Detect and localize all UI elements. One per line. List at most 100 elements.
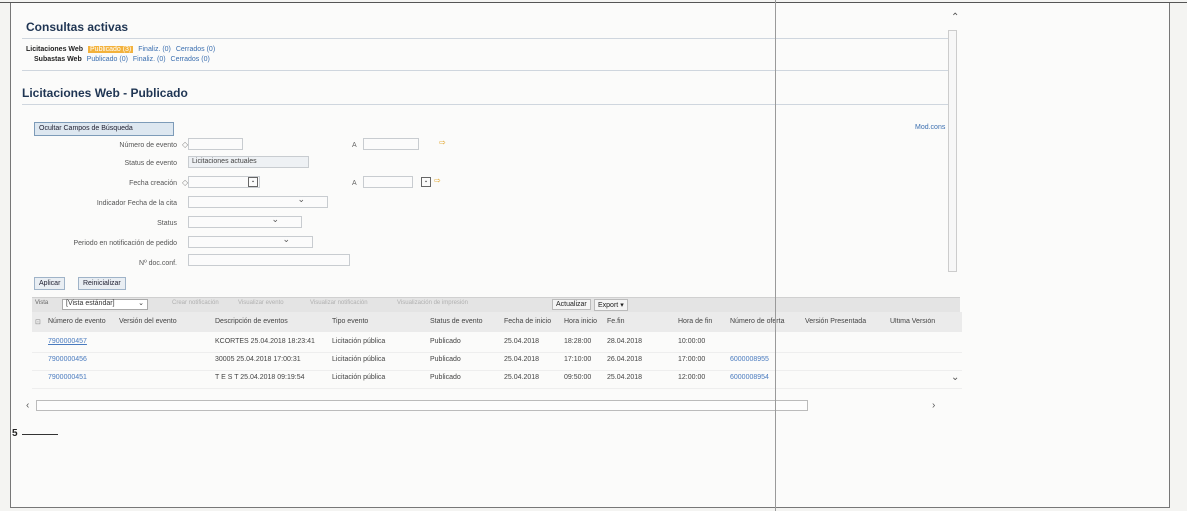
export-label: Export	[598, 302, 619, 309]
scroll-right-icon[interactable]: ›	[932, 400, 935, 411]
cell-descripcion: 30005 25.04.2018 17:00:31	[215, 356, 301, 363]
numero-evento-from-input[interactable]	[188, 138, 243, 150]
col-status-evento[interactable]: Status de evento	[430, 318, 483, 325]
cell-hora-inicio: 17:10:00	[564, 356, 592, 363]
cell-fe-fin: 26.04.2018	[607, 356, 643, 363]
col-fe-fin[interactable]: Fe.fin	[607, 318, 625, 325]
table-row[interactable]: 7900000456 30005 25.04.2018 17:00:31 Lic…	[32, 352, 962, 371]
cell-status: Publicado	[430, 338, 461, 345]
export-button[interactable]: Export ▾	[594, 299, 628, 311]
vista-select[interactable]: [Vista estándar] ⌄	[62, 299, 148, 310]
status-evento-field[interactable]: Licitaciones actuales	[188, 156, 309, 168]
consultas-title: Consultas activas	[26, 20, 129, 34]
col-version-evento[interactable]: Versión del evento	[119, 318, 177, 325]
cell-fecha-inicio: 25.04.2018	[504, 374, 540, 381]
cell-fecha-inicio: 25.04.2018	[504, 356, 540, 363]
cell-hora-fin: 12:00:00	[678, 374, 706, 381]
col-descripcion[interactable]: Descripción de eventos	[215, 318, 288, 325]
select-all-icon[interactable]: ⊡	[35, 318, 41, 326]
licitaciones-row: Licitaciones Web Publicado (3) Finaliz. …	[26, 46, 218, 53]
cell-fecha-inicio: 25.04.2018	[504, 338, 540, 345]
numero-evento-to-input[interactable]	[363, 138, 419, 150]
chevron-down-icon: ⌄	[138, 300, 144, 307]
print-preview-button[interactable]: Visualización de impresión	[397, 300, 468, 306]
divider	[22, 70, 957, 71]
cell-hora-inicio: 18:28:00	[564, 338, 592, 345]
create-notification-button[interactable]: Crear notificación	[172, 300, 219, 306]
periodo-dropdown[interactable]	[188, 234, 313, 248]
vista-value: [Vista estándar]	[66, 300, 115, 307]
subastas-label: Subastas Web	[34, 56, 82, 63]
col-numero-oferta[interactable]: Número de oferta	[730, 318, 784, 325]
col-ultima-version[interactable]: Última Versión	[890, 318, 960, 325]
table-row[interactable]: 7900000457 KCORTES 25.04.2018 18:23:41 L…	[32, 334, 962, 353]
offer-number-link[interactable]: 6000008954	[730, 374, 769, 381]
fold-line	[775, 0, 776, 511]
link-licitaciones-cerrados[interactable]: Cerrados (0)	[176, 46, 215, 53]
cell-status: Publicado	[430, 374, 461, 381]
view-event-button[interactable]: Visualizar evento	[238, 300, 284, 306]
scroll-up-icon[interactable]: ⌃	[951, 12, 959, 23]
page-number: 5	[12, 428, 18, 439]
table-header: ⊡ Número de evento Versión del evento De…	[32, 312, 962, 332]
refresh-button[interactable]: Actualizar	[552, 299, 591, 310]
label-periodo: Periodo en notificación de pedido	[73, 240, 177, 247]
calendar-icon[interactable]: ▪	[248, 177, 258, 187]
cell-fe-fin: 28.04.2018	[607, 338, 643, 345]
cell-descripcion: KCORTES 25.04.2018 18:23:41	[215, 338, 315, 345]
label-status: Status	[157, 220, 177, 227]
cell-fe-fin: 25.04.2018	[607, 374, 643, 381]
link-subastas-publicado[interactable]: Publicado (0)	[87, 56, 128, 63]
section-title: Licitaciones Web - Publicado	[22, 86, 188, 100]
multiple-selection-icon[interactable]: ⇨	[439, 138, 446, 147]
page-number-line	[22, 434, 58, 435]
doc-conf-input[interactable]	[188, 254, 350, 266]
indicador-fecha-dropdown[interactable]	[188, 194, 328, 208]
reset-button[interactable]: Reinicializar	[78, 277, 126, 290]
label-doc-conf: Nº doc.conf.	[139, 260, 177, 267]
cell-hora-fin: 10:00:00	[678, 338, 706, 345]
link-subastas-cerrados[interactable]: Cerrados (0)	[171, 56, 210, 63]
horizontal-scrollbar[interactable]	[36, 400, 808, 411]
cell-tipo: Licitación pública	[332, 374, 386, 381]
modify-query-link[interactable]: Mod.cons	[915, 124, 945, 131]
status-dropdown[interactable]	[188, 214, 302, 228]
multiple-selection-icon[interactable]: ⇨	[434, 176, 441, 185]
col-fecha-inicio[interactable]: Fecha de inicio	[504, 318, 551, 325]
sap-portal-window: Consultas activas Licitaciones Web Publi…	[22, 14, 962, 414]
vertical-scrollbar[interactable]	[948, 30, 957, 272]
col-hora-inicio[interactable]: Hora inicio	[564, 318, 597, 325]
table-row[interactable]: 7900000451 T E S T 25.04.2018 09:19:54 L…	[32, 370, 962, 389]
scroll-left-icon[interactable]: ‹	[26, 400, 29, 411]
link-licitaciones-finaliz[interactable]: Finaliz. (0)	[138, 46, 171, 53]
col-numero-evento[interactable]: Número de evento	[48, 318, 106, 325]
col-version-presentada[interactable]: Versión Presentada	[805, 318, 866, 325]
fecha-creacion-to-input[interactable]	[363, 176, 413, 188]
col-tipo-evento[interactable]: Tipo evento	[332, 318, 368, 325]
divider	[22, 38, 957, 39]
link-subastas-finaliz[interactable]: Finaliz. (0)	[133, 56, 166, 63]
to-label: A	[352, 180, 357, 187]
event-number-link[interactable]: 7900000451	[48, 374, 87, 381]
cell-status: Publicado	[430, 356, 461, 363]
cell-descripcion: T E S T 25.04.2018 09:19:54	[215, 374, 305, 381]
event-number-link[interactable]: 7900000456	[48, 356, 87, 363]
scroll-down-icon[interactable]: ⌄	[951, 372, 959, 383]
label-fecha-creacion: Fecha creación	[129, 180, 177, 187]
top-border-line	[0, 2, 1187, 3]
hide-search-fields-button[interactable]: Ocultar Campos de Búsqueda	[34, 122, 174, 136]
event-number-link[interactable]: 7900000457	[48, 338, 87, 345]
col-hora-fin[interactable]: Hora de fin	[678, 318, 712, 325]
link-licitaciones-publicado[interactable]: Publicado (3)	[88, 46, 134, 53]
offer-number-link[interactable]: 6000008955	[730, 356, 769, 363]
apply-button[interactable]: Aplicar	[34, 277, 66, 290]
vista-label: Vista	[35, 300, 49, 306]
view-notification-button[interactable]: Visualizar notificación	[310, 300, 368, 306]
label-numero-evento: Número de evento	[119, 142, 177, 149]
cell-hora-fin: 17:00:00	[678, 356, 706, 363]
cell-tipo: Licitación pública	[332, 338, 386, 345]
calendar-icon[interactable]: ▪	[421, 177, 431, 187]
table-toolbar: Vista [Vista estándar] ⌄ Crear notificaci…	[32, 297, 960, 312]
label-indicador-fecha: Indicador Fecha de la cita	[96, 200, 177, 207]
divider	[22, 104, 957, 105]
